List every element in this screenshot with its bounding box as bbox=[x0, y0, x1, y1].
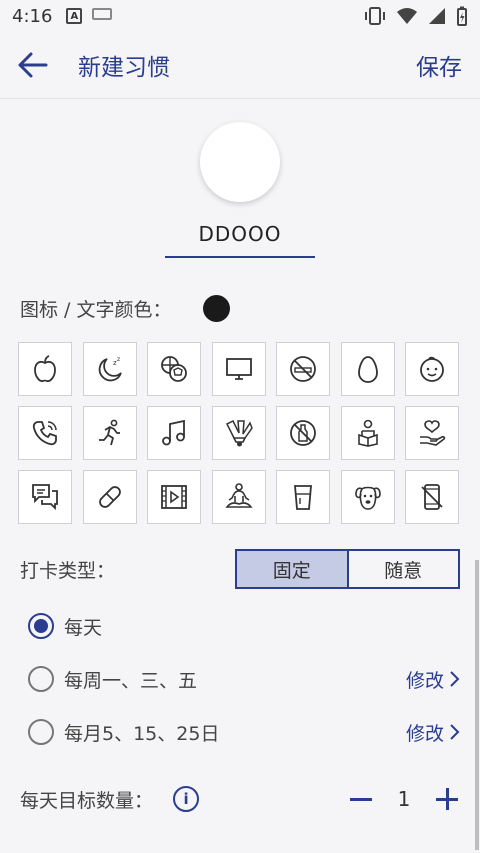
schedule-option-daily[interactable]: 每天 bbox=[28, 611, 460, 641]
radio-weekly[interactable] bbox=[28, 666, 54, 692]
a-notification-icon: A bbox=[66, 8, 83, 24]
schedule-label-weekly: 每周一、三、五 bbox=[64, 669, 198, 692]
icon-option-music[interactable] bbox=[147, 406, 201, 460]
video-icon bbox=[161, 485, 187, 509]
modify-weekly-button[interactable]: 修改 bbox=[406, 666, 460, 693]
icon-option-reading[interactable] bbox=[340, 406, 395, 460]
pill-icon bbox=[98, 486, 121, 508]
icon-option-no-smoking[interactable] bbox=[276, 342, 330, 396]
icon-option-pill[interactable] bbox=[82, 470, 137, 524]
icon-option-apple[interactable] bbox=[18, 342, 72, 396]
battery-icon bbox=[457, 6, 467, 26]
quantity-stepper: 1 bbox=[348, 786, 460, 812]
checkin-type-row: 打卡类型： 固定 随意 bbox=[20, 549, 460, 589]
icon-option-heart-hand[interactable] bbox=[405, 406, 459, 460]
color-row: 图标 / 文字颜色： bbox=[20, 294, 460, 322]
page-title: 新建习惯 bbox=[78, 55, 170, 81]
wifi-icon bbox=[397, 8, 417, 24]
schedule-label-monthly: 每月5、15、25日 bbox=[64, 722, 220, 745]
icon-option-phone[interactable] bbox=[18, 406, 72, 460]
keyboard-icon bbox=[92, 8, 113, 20]
icon-option-baby[interactable] bbox=[405, 342, 459, 396]
radio-daily[interactable] bbox=[28, 613, 54, 639]
increment-button[interactable] bbox=[434, 786, 460, 812]
modify-monthly-button[interactable]: 修改 bbox=[406, 719, 460, 746]
save-button[interactable]: 保存 bbox=[416, 48, 462, 82]
icon-option-no-phone[interactable] bbox=[405, 470, 459, 524]
info-icon[interactable]: i bbox=[173, 786, 200, 812]
icon-option-running[interactable] bbox=[82, 406, 137, 460]
quantity-value: 1 bbox=[397, 787, 411, 811]
habit-avatar[interactable] bbox=[200, 122, 280, 202]
color-label: 图标 / 文字颜色： bbox=[20, 298, 172, 321]
chevron-right-icon bbox=[450, 671, 460, 687]
appbar-divider bbox=[0, 98, 480, 99]
icon-option-badminton[interactable] bbox=[211, 406, 266, 460]
checkin-type-segmented: 固定 随意 bbox=[235, 549, 460, 589]
checkin-type-label: 打卡类型： bbox=[20, 559, 116, 582]
icon-option-chat[interactable] bbox=[18, 470, 72, 524]
arrow-left-icon bbox=[18, 52, 48, 78]
target-quantity-row: 每天目标数量： i 1 bbox=[20, 783, 460, 815]
color-picker-swatch[interactable] bbox=[203, 294, 231, 322]
music-icon bbox=[162, 419, 185, 446]
checkin-type-flexible[interactable]: 随意 bbox=[349, 551, 459, 587]
monitor-icon bbox=[225, 358, 252, 380]
decrement-button[interactable] bbox=[348, 786, 374, 812]
schedule-option-monthly[interactable]: 每月5、15、25日 修改 bbox=[28, 717, 460, 747]
icon-option-meditation[interactable] bbox=[211, 470, 266, 524]
modify-monthly-label: 修改 bbox=[405, 722, 444, 745]
no-smoking-icon bbox=[290, 356, 316, 382]
target-quantity-label: 每天目标数量： bbox=[20, 789, 154, 812]
icon-option-balls[interactable] bbox=[147, 342, 201, 396]
icon-option-egg[interactable] bbox=[340, 342, 395, 396]
running-icon bbox=[98, 419, 120, 446]
icon-option-dog[interactable] bbox=[340, 470, 395, 524]
baby-face-icon bbox=[420, 356, 444, 382]
dog-icon bbox=[354, 486, 381, 510]
icon-grid: zz bbox=[18, 342, 462, 524]
scrollbar[interactable] bbox=[475, 560, 479, 850]
no-drinking-icon bbox=[290, 420, 316, 446]
meditation-icon bbox=[224, 483, 253, 508]
heart-hand-icon bbox=[420, 420, 446, 446]
chevron-right-icon bbox=[450, 724, 460, 740]
cup-icon bbox=[294, 485, 312, 510]
vibrate-icon bbox=[365, 7, 385, 25]
back-button[interactable] bbox=[18, 48, 52, 82]
icon-option-cup[interactable] bbox=[276, 470, 330, 524]
status-bar: 4:16 A bbox=[0, 0, 480, 32]
balls-icon bbox=[161, 356, 187, 382]
signal-icon bbox=[429, 8, 445, 24]
icon-option-sleep[interactable]: zz bbox=[82, 342, 137, 396]
app-bar: 新建习惯 保存 bbox=[0, 32, 480, 98]
svg-text:z: z bbox=[117, 356, 120, 363]
moon-sleep-icon: zz bbox=[98, 356, 122, 382]
reading-icon bbox=[357, 419, 378, 447]
name-underline bbox=[165, 256, 315, 258]
schedule-label-daily: 每天 bbox=[64, 616, 103, 639]
schedule-option-weekly[interactable]: 每周一、三、五 修改 bbox=[28, 664, 460, 694]
checkin-type-fixed[interactable]: 固定 bbox=[237, 551, 349, 587]
chat-icon bbox=[32, 484, 58, 511]
phone-icon bbox=[32, 421, 57, 446]
icon-option-monitor[interactable] bbox=[211, 342, 266, 396]
habit-name-field[interactable]: DDOOO bbox=[165, 222, 315, 258]
badminton-icon bbox=[225, 419, 253, 447]
modify-weekly-label: 修改 bbox=[405, 669, 444, 692]
radio-monthly[interactable] bbox=[28, 719, 54, 745]
status-time: 4:16 bbox=[12, 5, 53, 27]
no-phone-icon bbox=[421, 484, 443, 510]
icon-option-no-drinking[interactable] bbox=[276, 406, 330, 460]
egg-icon bbox=[357, 356, 378, 383]
habit-name-input[interactable]: DDOOO bbox=[198, 222, 281, 246]
icon-option-video[interactable] bbox=[147, 470, 201, 524]
apple-icon bbox=[34, 355, 56, 382]
